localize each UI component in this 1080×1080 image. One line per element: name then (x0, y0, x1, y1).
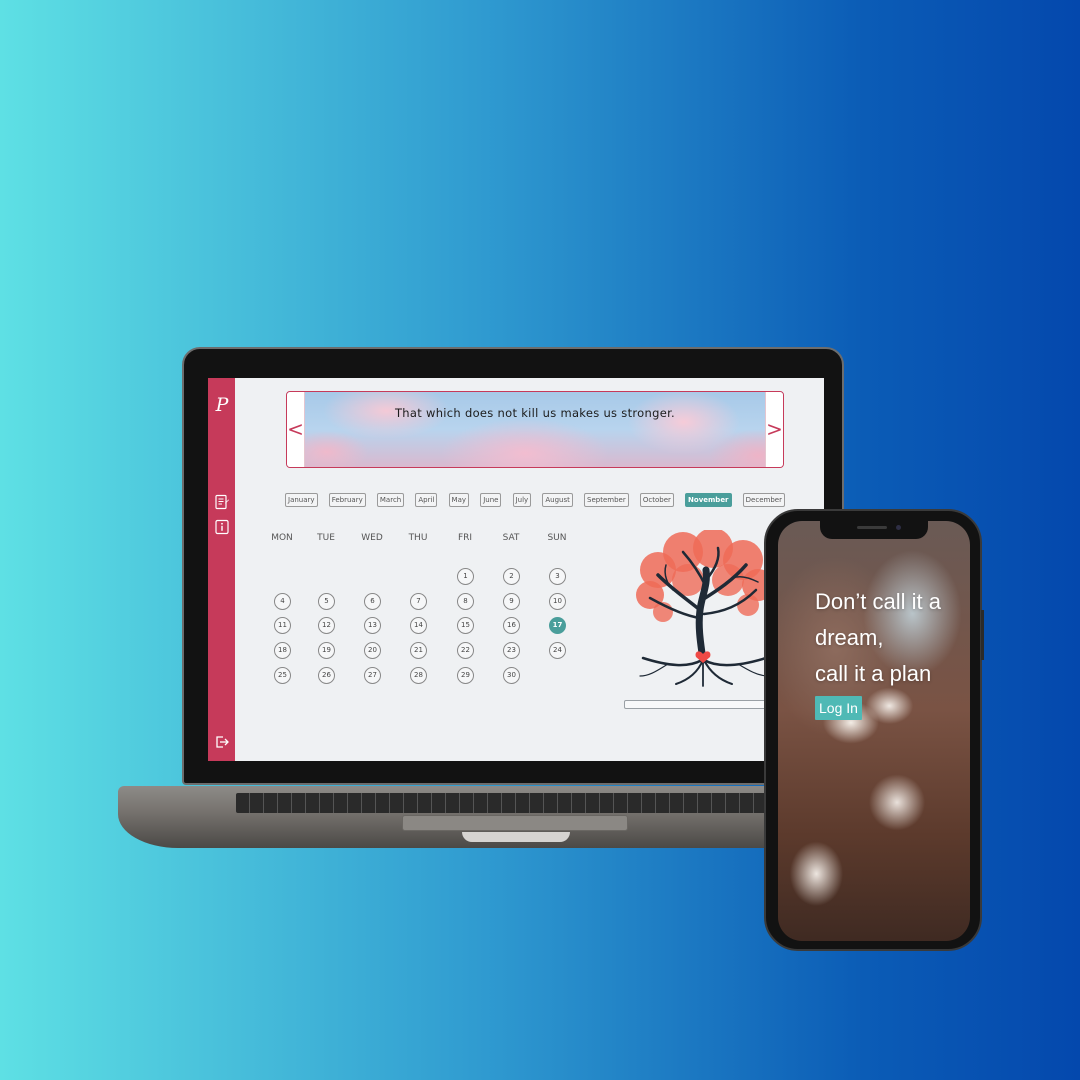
calendar-day-20[interactable]: 20 (364, 642, 381, 659)
headline-line-2: dream, (815, 625, 884, 650)
weekday-mon: MON (271, 533, 293, 543)
weekday-tue: TUE (317, 533, 335, 543)
calendar-day-27[interactable]: 27 (364, 667, 381, 684)
calendar-day-21[interactable]: 21 (410, 642, 427, 659)
info-icon[interactable] (214, 519, 230, 535)
month-button-april[interactable]: April (415, 493, 438, 507)
month-button-february[interactable]: February (328, 493, 366, 507)
laptop-keyboard (236, 793, 796, 813)
headline-line-1: Don’t call it a (815, 589, 941, 614)
calendar-day-2[interactable]: 2 (503, 568, 520, 585)
calendar-day-18[interactable]: 18 (274, 642, 291, 659)
laptop-screen: P < That which does not kill us makes us… (208, 378, 824, 761)
calendar-day-16[interactable]: 16 (503, 617, 520, 634)
phone-speaker (857, 526, 887, 529)
notes-icon[interactable] (214, 494, 230, 510)
phone-notch (820, 521, 928, 539)
banner-next-button[interactable]: > (765, 392, 783, 467)
month-button-january[interactable]: January (285, 493, 318, 507)
calendar-day-13[interactable]: 13 (364, 617, 381, 634)
logout-icon[interactable] (214, 734, 230, 750)
calendar-day-23[interactable]: 23 (503, 642, 520, 659)
weekday-thu: THU (408, 533, 428, 543)
calendar-day-10[interactable]: 10 (549, 593, 566, 610)
calendar-day-14[interactable]: 14 (410, 617, 427, 634)
calendar-day-29[interactable]: 29 (457, 667, 474, 684)
calendar-day-17[interactable]: 17 (549, 617, 566, 634)
phone-screen: Don’t call it a dream, call it a plan Lo… (778, 521, 970, 941)
laptop-trackpad (402, 815, 628, 831)
month-button-october[interactable]: October (639, 493, 674, 507)
banner-prev-button[interactable]: < (287, 392, 305, 467)
progress-bar (624, 700, 774, 709)
calendar-day-28[interactable]: 28 (410, 667, 427, 684)
month-button-july[interactable]: July (512, 493, 532, 507)
weekday-fri: FRI (457, 533, 473, 543)
quote-banner: < That which does not kill us makes us s… (286, 391, 784, 468)
calendar-day-11[interactable]: 11 (274, 617, 291, 634)
calendar-day-30[interactable]: 30 (503, 667, 520, 684)
phone-headline: Don’t call it a dream, call it a plan (815, 584, 965, 692)
phone-side-button (981, 610, 984, 660)
calendar-day-1[interactable]: 1 (457, 568, 474, 585)
month-button-september[interactable]: September (584, 493, 629, 507)
weekday-wed: WED (361, 533, 383, 543)
login-button[interactable]: Log In (815, 696, 862, 720)
calendar-day-26[interactable]: 26 (318, 667, 335, 684)
month-button-march[interactable]: March (376, 493, 405, 507)
calendar-day-24[interactable]: 24 (549, 642, 566, 659)
calendar-day-3[interactable]: 3 (549, 568, 566, 585)
laptop-notch (462, 832, 570, 842)
calendar-day-9[interactable]: 9 (503, 593, 520, 610)
calendar-day-15[interactable]: 15 (457, 617, 474, 634)
month-button-may[interactable]: May (448, 493, 470, 507)
tree-of-life-image (636, 530, 774, 687)
calendar-day-12[interactable]: 12 (318, 617, 335, 634)
month-button-june[interactable]: June (480, 493, 502, 507)
month-button-november[interactable]: November (685, 493, 732, 507)
headline-line-3: call it a plan (815, 661, 932, 686)
calendar-day-22[interactable]: 22 (457, 642, 474, 659)
sidebar: P (208, 378, 235, 761)
banner-quote: That which does not kill us makes us str… (394, 406, 676, 420)
calendar-day-19[interactable]: 19 (318, 642, 335, 659)
month-button-august[interactable]: August (542, 493, 573, 507)
weekday-sat: SAT (502, 533, 520, 543)
calendar-day-25[interactable]: 25 (274, 667, 291, 684)
month-button-december[interactable]: December (742, 493, 785, 507)
calendar-day-7[interactable]: 7 (410, 593, 427, 610)
app-logo[interactable]: P (212, 394, 232, 416)
weekday-sun: SUN (547, 533, 567, 543)
calendar-day-5[interactable]: 5 (318, 593, 335, 610)
calendar-day-4[interactable]: 4 (274, 593, 291, 610)
calendar-day-8[interactable]: 8 (457, 593, 474, 610)
calendar-day-6[interactable]: 6 (364, 593, 381, 610)
phone-camera (896, 525, 901, 530)
month-selector: January February March April May June July Augu… (285, 493, 785, 507)
